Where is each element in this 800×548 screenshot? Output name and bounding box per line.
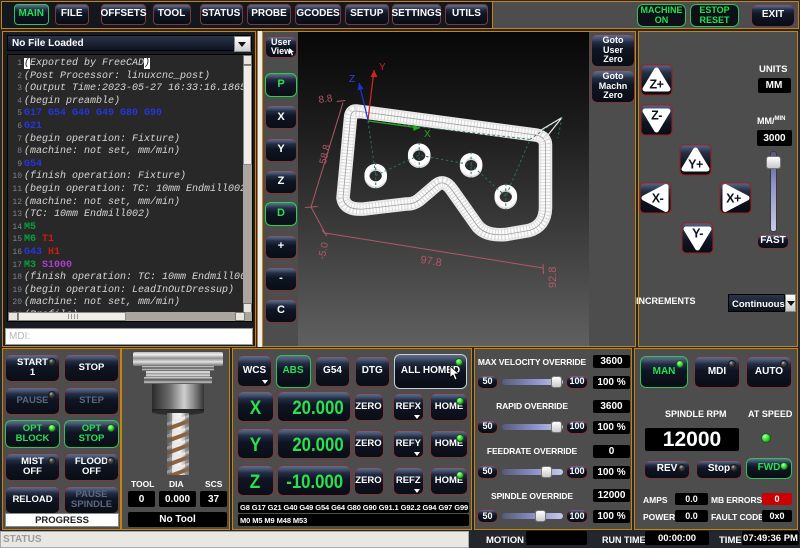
svg-text:Y+: Y+: [688, 158, 703, 172]
svg-text:Z-: Z-: [651, 109, 662, 123]
svg-text:Y: Y: [379, 62, 386, 73]
svg-text:Z: Z: [349, 74, 355, 85]
svg-text:92.8: 92.8: [547, 267, 559, 288]
svg-text:58.8: 58.8: [318, 143, 333, 165]
svg-text:-5.0: -5.0: [317, 241, 331, 261]
svg-text:X+: X+: [726, 192, 741, 206]
svg-text:Z+: Z+: [650, 78, 664, 92]
svg-text:8.8: 8.8: [318, 93, 334, 106]
svg-text:X-: X-: [652, 192, 664, 206]
svg-text:Y-: Y-: [692, 227, 703, 241]
svg-text:97.8: 97.8: [420, 254, 443, 269]
svg-text:X: X: [424, 129, 431, 140]
